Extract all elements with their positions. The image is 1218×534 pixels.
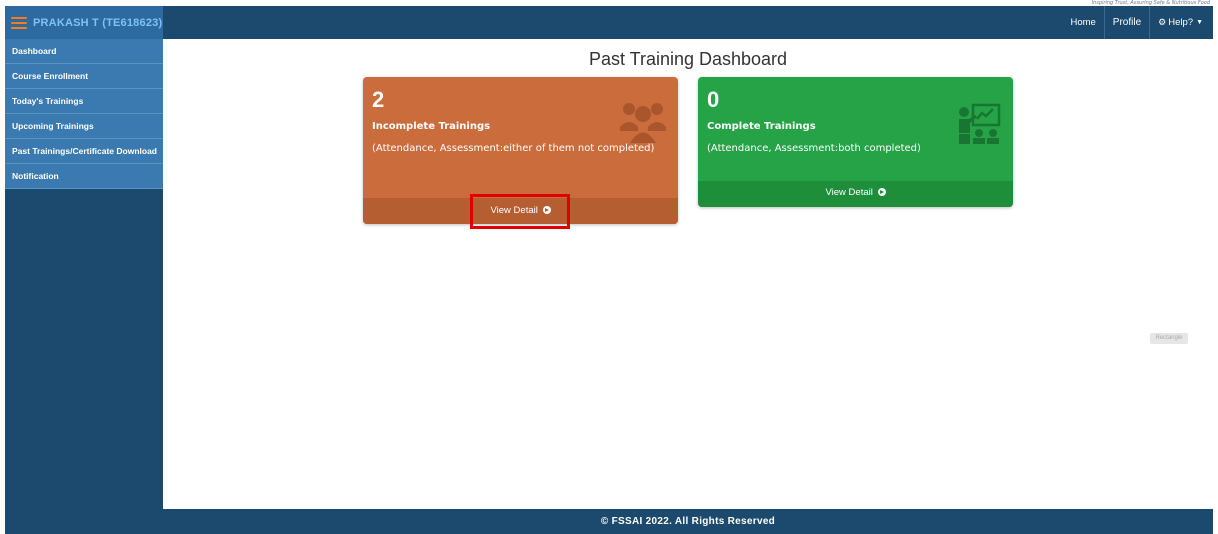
nav-home-link[interactable]: Home: [1062, 6, 1103, 39]
sidebar-item-past-trainings[interactable]: Past Trainings/Certificate Download: [5, 139, 163, 164]
nav-profile-link[interactable]: Profile: [1103, 6, 1149, 39]
hamburger-menu-icon[interactable]: [11, 16, 27, 29]
gear-icon: ⚙: [1158, 17, 1167, 27]
complete-trainings-card: 0 Complete Trainings (Attendance, Assess…: [698, 77, 1013, 207]
nav-help-dropdown[interactable]: ⚙ Help? ▼: [1149, 6, 1213, 39]
complete-view-detail-button[interactable]: View Detail: [698, 181, 1013, 207]
view-detail-label: View Detail: [825, 187, 873, 198]
sidebar: Dashboard Course Enrollment Today's Trai…: [5, 39, 163, 534]
arrow-circle-right-icon: [877, 188, 886, 196]
top-navbar: PRAKASH T (TE618623) Home Profile ⚙ Help…: [5, 6, 1213, 39]
highlight-box: [470, 194, 570, 229]
help-label: Help?: [1168, 17, 1194, 28]
page-title: Past Training Dashboard: [588, 49, 788, 69]
sidebar-item-todays-trainings[interactable]: Today's Trainings: [5, 89, 163, 114]
rectangle-badge: Rectangle: [1150, 333, 1188, 344]
brand-header: PRAKASH T (TE618623): [5, 6, 163, 39]
top-nav: Home Profile ⚙ Help? ▼: [1062, 6, 1213, 39]
page-footer: © FSSAI 2022. All Rights Reserved: [163, 509, 1213, 534]
sidebar-item-course-enrollment[interactable]: Course Enrollment: [5, 64, 163, 89]
sidebar-item-dashboard[interactable]: Dashboard: [5, 39, 163, 64]
caret-down-icon: ▼: [1196, 19, 1203, 26]
sidebar-item-notification[interactable]: Notification: [5, 164, 163, 189]
classroom-presentation-icon: [959, 103, 1001, 144]
users-group-icon: [620, 103, 666, 143]
user-name: PRAKASH T (TE618623): [33, 16, 163, 29]
sidebar-item-upcoming-trainings[interactable]: Upcoming Trainings: [5, 114, 163, 139]
